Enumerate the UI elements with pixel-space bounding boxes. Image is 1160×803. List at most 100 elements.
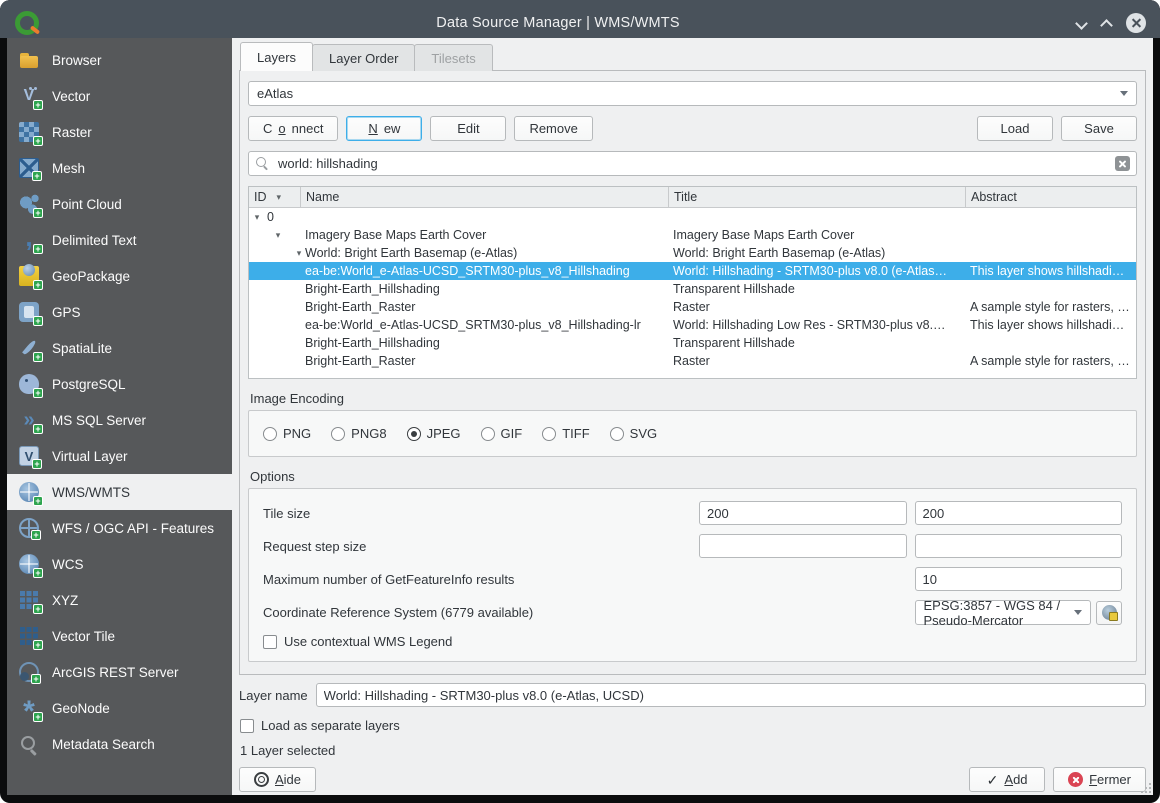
sidebar-item-metadata-search[interactable]: Metadata Search — [7, 726, 232, 762]
sidebar-item-delimited-text[interactable]: + Delimited Text — [7, 222, 232, 258]
image-encoding-title: Image Encoding — [250, 391, 344, 406]
new-button[interactable]: New — [346, 116, 423, 141]
encoding-radio-jpeg[interactable]: JPEG — [406, 426, 461, 441]
search-input[interactable] — [276, 155, 1109, 172]
row-abstract: A sample style for rasters, … — [970, 354, 1130, 368]
add-button[interactable]: ✓ Add — [969, 767, 1046, 792]
titlebar: Data Source Manager | WMS/WMTS — [0, 0, 1160, 38]
table-row[interactable]: Bright-Earth_Raster Raster A sample style … — [249, 298, 1136, 316]
select-crs-button[interactable] — [1096, 600, 1122, 625]
edit-button[interactable]: Edit — [430, 116, 507, 141]
column-header-abstract[interactable]: Abstract — [966, 187, 1136, 207]
layer-search-field[interactable] — [248, 151, 1137, 176]
search-icon — [255, 156, 270, 171]
encoding-radio-png8[interactable]: PNG8 — [331, 426, 387, 441]
request-step-width-input[interactable] — [699, 534, 907, 558]
shade-window-icon[interactable] — [1076, 17, 1087, 28]
row-title: World: Hillshading Low Res - SRTM30-plus… — [673, 318, 946, 332]
add-badge-icon: + — [33, 352, 43, 362]
sidebar-item-vector-tile[interactable]: + Vector Tile — [7, 618, 232, 654]
expander-icon[interactable]: ▾ — [251, 212, 263, 223]
clear-search-icon[interactable] — [1115, 156, 1130, 171]
sidebar-item-xyz[interactable]: + XYZ — [7, 582, 232, 618]
row-name — [301, 208, 669, 226]
add-badge-icon: + — [33, 640, 43, 650]
table-row[interactable]: ▾ World: Bright Earth Basemap (e-Atlas) Wo… — [249, 244, 1136, 262]
maximize-window-icon[interactable] — [1101, 17, 1112, 28]
sidebar-item-mesh[interactable]: + Mesh — [7, 150, 232, 186]
mesh-icon: + — [19, 158, 42, 181]
tile-width-input[interactable] — [699, 501, 907, 525]
radio-label: JPEG — [426, 426, 461, 441]
sidebar-item-virtual-layer[interactable]: + Virtual Layer — [7, 438, 232, 474]
sidebar-item-geopackage[interactable]: + GeoPackage — [7, 258, 232, 294]
table-row[interactable]: ▾ 0 — [249, 208, 1136, 226]
connect-button[interactable]: Co nnect — [248, 116, 339, 141]
column-header-name[interactable]: Name — [301, 187, 669, 207]
tile-height-input[interactable] — [914, 501, 1122, 525]
load-button[interactable]: Load — [977, 116, 1053, 141]
vector-tile-icon: + — [19, 626, 43, 650]
table-row[interactable]: Bright-Earth_Hillshading Transparent Hill… — [249, 334, 1136, 352]
add-badge-icon: + — [33, 388, 43, 398]
close-window-icon[interactable] — [1126, 12, 1146, 33]
sidebar-item-label: Metadata Search — [52, 736, 155, 752]
row-title — [669, 208, 966, 226]
options-title: Options — [250, 469, 295, 484]
sidebar-item-wms-wmts[interactable]: + WMS/WMTS — [7, 474, 232, 510]
gps-icon: + — [19, 302, 43, 326]
sidebar-item-label: MS SQL Server — [52, 412, 147, 428]
save-button[interactable]: Save — [1061, 116, 1137, 141]
row-name: ea-be:World_e-Atlas-UCSD_SRTM30-plus_v8_… — [305, 264, 630, 278]
row-abstract — [966, 208, 1136, 226]
table-row[interactable]: ea-be:World_e-Atlas-UCSD_SRTM30-plus_v8_… — [249, 262, 1136, 280]
help-button[interactable]: Aide — [239, 767, 317, 792]
encoding-radio-gif[interactable]: GIF — [480, 426, 522, 441]
crs-select[interactable]: EPSG:3857 - WGS 84 / Pseudo-Mercator — [914, 597, 1091, 628]
sidebar-item-ms-sql-server[interactable]: + MS SQL Server — [7, 402, 232, 438]
encoding-radio-tiff[interactable]: TIFF — [542, 426, 590, 441]
virtual-layer-icon: + — [19, 446, 42, 469]
remove-button[interactable]: Remove — [514, 116, 593, 141]
tab-layer-order[interactable]: Layer Order — [312, 44, 416, 71]
table-row[interactable]: Bright-Earth_Hillshading Transparent Hill… — [249, 280, 1136, 298]
column-header-id[interactable]: ID ▾ — [249, 187, 301, 207]
column-header-title[interactable]: Title — [669, 187, 966, 207]
sidebar-item-point-cloud[interactable]: + Point Cloud — [7, 186, 232, 222]
sidebar-item-arcgis-rest-server[interactable]: + ArcGIS REST Server — [7, 654, 232, 690]
table-row[interactable]: ▾ Imagery Base Maps Earth Cover Imagery Ba… — [249, 226, 1136, 244]
request-step-height-input[interactable] — [914, 534, 1122, 558]
load-separate-checkbox[interactable]: Load as separate layers — [239, 718, 1146, 733]
request-step-label: Request step size — [263, 538, 367, 554]
sidebar-item-wcs[interactable]: + WCS — [7, 546, 232, 582]
data-source-manager-window: Data Source Manager | WMS/WMTS Browser + V… — [0, 0, 1160, 803]
table-row[interactable]: ea-be:World_e-Atlas-UCSD_SRTM30-plus_v8_… — [249, 316, 1136, 334]
sidebar-item-gps[interactable]: + GPS — [7, 294, 232, 330]
row-title: Imagery Base Maps Earth Cover — [673, 228, 855, 242]
sidebar-item-browser[interactable]: Browser — [7, 42, 232, 78]
connection-select[interactable]: eAtlas — [248, 81, 1137, 106]
expander-icon[interactable]: ▾ — [272, 230, 284, 241]
close-dialog-button[interactable]: Fermer — [1053, 767, 1146, 792]
sidebar-item-label: Point Cloud — [52, 196, 122, 212]
sidebar-item-vector[interactable]: + Vector — [7, 78, 232, 114]
raster-icon: + — [19, 122, 43, 146]
sidebar-item-spatialite[interactable]: + SpatiaLite — [7, 330, 232, 366]
radio-icon — [542, 426, 557, 441]
layer-name-input[interactable] — [315, 683, 1146, 707]
row-id: 0 — [267, 210, 274, 224]
sidebar-item-raster[interactable]: + Raster — [7, 114, 232, 150]
layers-table[interactable]: ID ▾ Name Title Abstract ▾ 0 ▾ Imagery Base… — [248, 186, 1137, 379]
crs-value: EPSG:3857 - WGS 84 / Pseudo-Mercator — [923, 597, 1061, 628]
feature-info-input[interactable] — [914, 567, 1122, 591]
table-row[interactable]: Bright-Earth_Raster Raster A sample style … — [249, 352, 1136, 370]
encoding-radio-png[interactable]: PNG — [263, 426, 311, 441]
resize-grip[interactable] — [1141, 783, 1151, 793]
encoding-radio-svg[interactable]: SVG — [609, 426, 657, 441]
row-title: World: Hillshading - SRTM30-plus v8.0 (e… — [673, 264, 947, 278]
sidebar-item-geonode[interactable]: + GeoNode — [7, 690, 232, 726]
sidebar-item-postgresql[interactable]: + PostgreSQL — [7, 366, 232, 402]
sidebar-item-wfs-ogc-api-features[interactable]: + WFS / OGC API - Features — [7, 510, 232, 546]
tab-layers[interactable]: Layers — [240, 42, 314, 71]
wms-legend-checkbox[interactable]: Use contextual WMS Legend — [263, 634, 1122, 649]
